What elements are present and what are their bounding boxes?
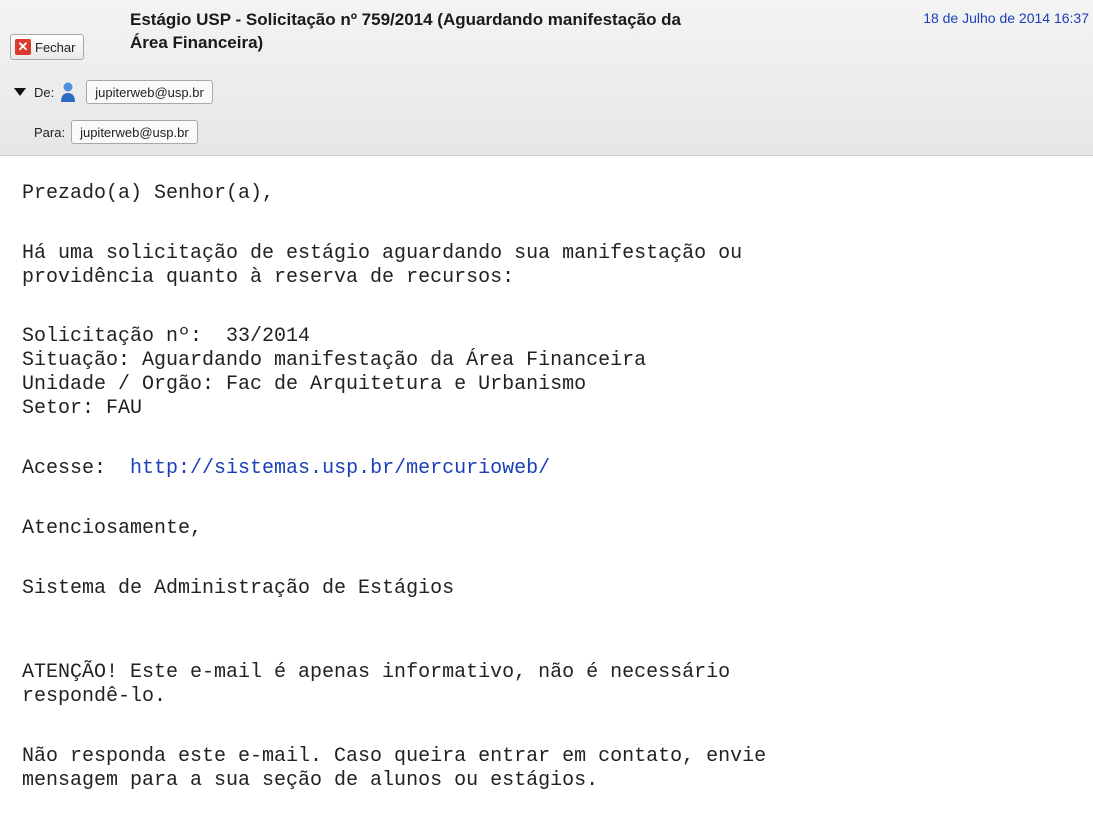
expand-triangle-icon[interactable]: [14, 88, 26, 96]
request-number-line: Solicitação nº: 33/2014: [22, 325, 310, 349]
greeting: Prezado(a) Senhor(a),: [22, 182, 275, 205]
access-line: Acesse: http://sistemas.usp.br/mercuriow…: [22, 457, 550, 481]
request-number-label: Solicitação nº:: [22, 325, 227, 348]
to-row: Para: jupiterweb@usp.br: [34, 120, 198, 144]
status-line: Situação: Aguardando manifestação da Áre…: [22, 349, 647, 372]
unit-line: Unidade / Orgão: Fac de Arquitetura e Ur…: [22, 373, 587, 396]
intro-line-2: providência quanto à reserva de recursos…: [22, 266, 515, 289]
closing: Atenciosamente,: [22, 517, 203, 540]
from-row: De: jupiterweb@usp.br: [14, 80, 213, 104]
from-label: De:: [34, 84, 55, 100]
close-icon: ✕: [15, 39, 31, 55]
subject-line-2: Área Financeira): [130, 33, 264, 52]
person-icon: [60, 81, 76, 103]
email-subject: Estágio USP - Solicitação nº 759/2014 (A…: [130, 8, 850, 54]
email-body: Prezado(a) Senhor(a), Há uma solicitação…: [0, 156, 1093, 815]
warning-line-1: ATENÇÃO! Este e-mail é apenas informativ…: [22, 661, 731, 684]
subject-line-1: Estágio USP - Solicitação nº 759/2014 (A…: [130, 10, 682, 29]
signature: Sistema de Administração de Estágios: [22, 577, 455, 600]
request-number-value: 33/2014: [226, 325, 311, 348]
access-label: Acesse:: [22, 457, 131, 480]
from-address[interactable]: jupiterweb@usp.br: [86, 80, 213, 104]
noreply-line-1: Não responda este e-mail. Caso queira en…: [22, 745, 767, 768]
noreply-line-2: mensagem para a sua seção de alunos ou e…: [22, 769, 599, 792]
access-link[interactable]: http://sistemas.usp.br/mercurioweb/: [130, 457, 550, 480]
to-label: Para:: [34, 124, 66, 140]
close-button-label: Fechar: [35, 39, 76, 55]
to-address[interactable]: jupiterweb@usp.br: [71, 120, 198, 144]
close-button[interactable]: ✕ Fechar: [10, 34, 85, 60]
sector-line: Setor: FAU: [22, 397, 143, 420]
email-header: ✕ Fechar Estágio USP - Solicitação nº 75…: [0, 0, 1093, 156]
warning-line-2: respondê-lo.: [22, 685, 167, 708]
email-window: ✕ Fechar Estágio USP - Solicitação nº 75…: [0, 0, 1093, 815]
email-date: 18 de Julho de 2014 16:37: [923, 10, 1089, 26]
intro-line-1: Há uma solicitação de estágio aguardando…: [22, 242, 743, 265]
